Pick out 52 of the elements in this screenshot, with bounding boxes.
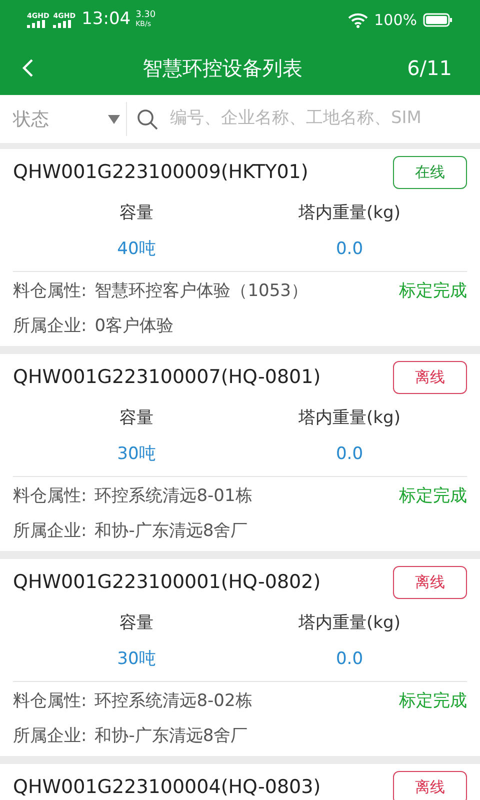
page-title: 智慧环控设备列表 (142, 54, 304, 82)
weight-value: 0.0 (336, 648, 364, 671)
clock: 13:04 (82, 8, 131, 32)
weight-value: 0.0 (336, 238, 364, 261)
bin-label: 料仓属性: (13, 280, 87, 304)
status-badge: 在线 (393, 156, 467, 188)
device-id: QHW001G223100001(HQ-0802) (13, 572, 321, 592)
battery-percent: 100% (374, 10, 417, 31)
search-field[interactable]: 编号、企业名称、工地名称、SIM (127, 106, 480, 132)
back-icon (22, 58, 34, 78)
device-card[interactable]: QHW001G223100007(HQ-0801) 离线 容量 30吨 塔内重量(kg) 0.0 料仓属性: 环控系统清远8-01栋 标定完成 所属企业: 和协-广东清远8舍厂 (0, 354, 480, 551)
signal-icon (53, 20, 72, 28)
bin-label: 料仓属性: (13, 485, 87, 508)
company-label: 所属企业: (13, 520, 87, 544)
bin-value: 智慧环控客户体验（1053） (94, 280, 309, 304)
calibration-status: 标定完成 (399, 485, 467, 508)
bin-label: 料仓属性: (13, 690, 87, 714)
dropdown-caret-icon (108, 114, 120, 124)
search-icon (137, 108, 158, 130)
device-id: QHW001G223100007(HQ-0801) (13, 368, 321, 386)
capacity-value: 30吨 (117, 648, 156, 671)
device-id: QHW001G223100009(HKTY01) (13, 162, 308, 182)
status-badge: 离线 (393, 360, 467, 394)
speed-value: 3.30 (136, 11, 156, 20)
capacity-label: 容量 (120, 407, 154, 430)
page-counter: 6/11 (407, 54, 452, 82)
capacity-value: 30吨 (117, 443, 156, 466)
battery-icon (423, 13, 453, 27)
company-value: 和协-广东清远8舍厂 (94, 725, 248, 748)
device-id: QHW001G223100004(HQ-0803) (13, 778, 321, 796)
capacity-label: 容量 (120, 612, 154, 635)
device-card[interactable]: QHW001G223100009(HKTY01) 在线 容量 40吨 塔内重量(kg) 0.0 料仓属性: 智慧环控客户体验（1053） 标定完成 所属企业: 0客户体验 (0, 149, 480, 346)
weight-label: 塔内重量(kg) (298, 407, 400, 430)
calibration-status: 标定完成 (399, 690, 467, 714)
calibration-status: 标定完成 (399, 280, 467, 304)
signal-icon (27, 20, 45, 28)
weight-label: 塔内重量(kg) (298, 612, 400, 635)
company-label: 所属企业: (13, 725, 87, 748)
bin-value: 环控系统清远8-01栋 (94, 485, 254, 508)
wifi-icon (348, 12, 368, 28)
capacity-value: 40吨 (117, 238, 156, 261)
status-badge: 离线 (393, 566, 467, 598)
bin-value: 环控系统清远8-02栋 (94, 690, 254, 714)
device-card[interactable]: QHW001G223100004(HQ-0803) 离线 (0, 764, 480, 800)
company-value: 和协-广东清远8舍厂 (94, 520, 248, 544)
company-value: 0客户体验 (94, 315, 174, 338)
weight-value: 0.0 (336, 443, 364, 466)
status-badge: 离线 (393, 770, 467, 800)
capacity-label: 容量 (120, 202, 154, 225)
device-card[interactable]: QHW001G223100001(HQ-0802) 离线 容量 30吨 塔内重量(kg) 0.0 料仓属性: 环控系统清远8-02栋 标定完成 所属企业: 和协-广东清远8舍厂 (0, 559, 480, 756)
weight-label: 塔内重量(kg) (298, 202, 400, 225)
company-label: 所属企业: (13, 315, 87, 338)
